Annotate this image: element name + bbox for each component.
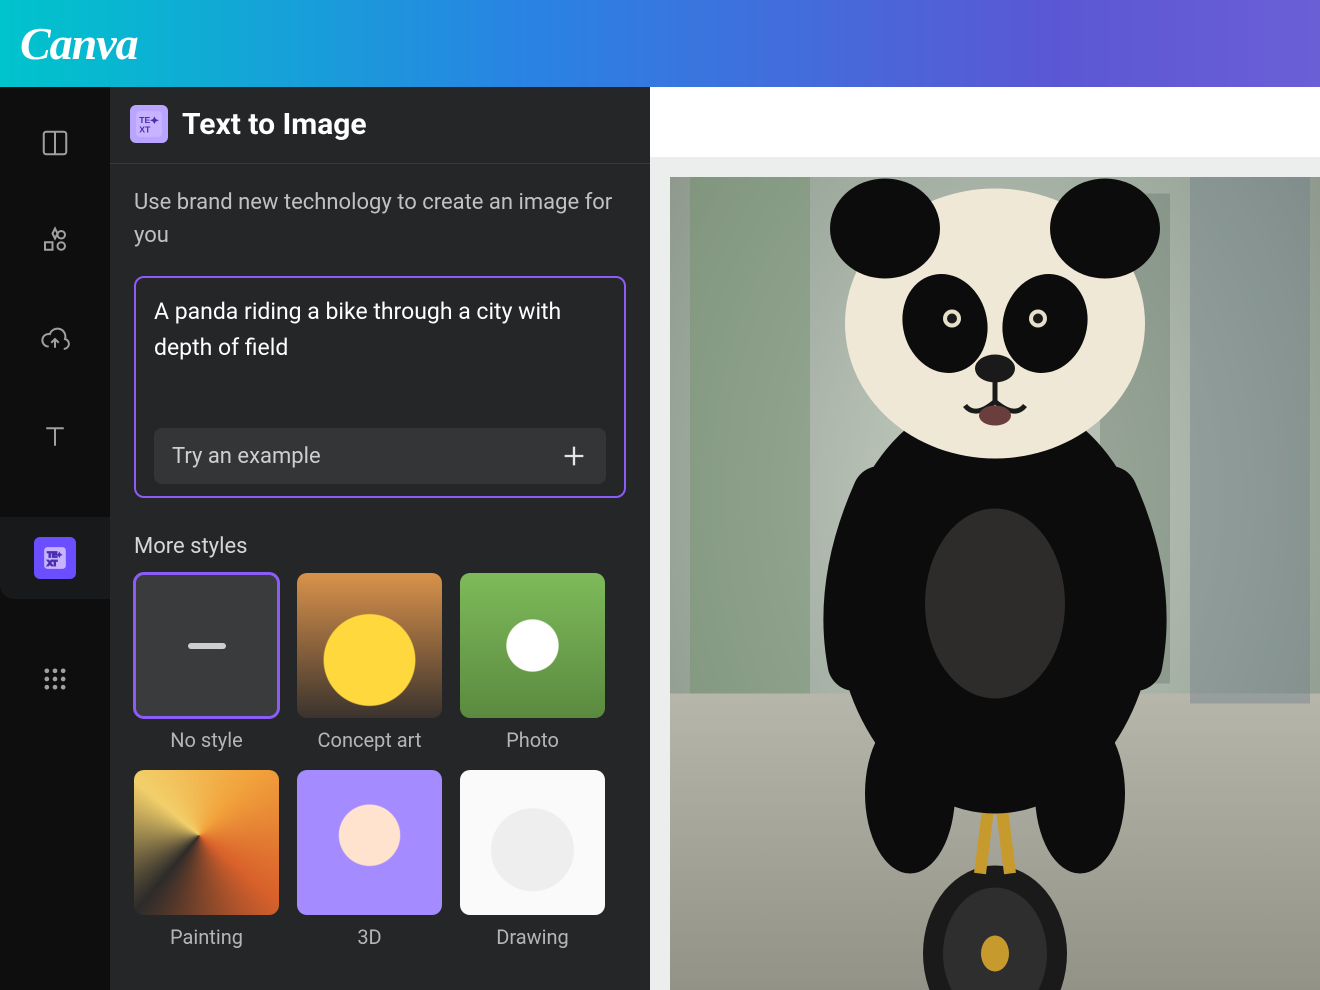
plus-icon — [560, 442, 588, 470]
style-grid: No style Concept art Photo Painting 3D — [134, 573, 626, 949]
style-option-painting[interactable]: Painting — [134, 770, 279, 949]
svg-text:TE: TE — [47, 550, 57, 559]
text-to-image-icon[interactable]: TEXT — [34, 537, 76, 579]
style-thumb-no-style — [134, 573, 279, 718]
try-example-button[interactable]: Try an example — [154, 428, 606, 484]
style-label: Drawing — [496, 925, 569, 949]
panel-title: Text to Image — [182, 107, 367, 142]
prompt-container: Try an example — [134, 276, 626, 498]
text-to-image-app-icon: TEXT — [130, 105, 168, 143]
canvas-toolbar-strip — [650, 87, 1320, 157]
style-thumb-photo — [460, 573, 605, 718]
text-icon[interactable] — [37, 419, 73, 455]
style-thumb-drawing — [460, 770, 605, 915]
canva-logo: Canva — [20, 17, 138, 70]
apps-icon[interactable] — [37, 661, 73, 697]
text-to-image-panel: TEXT Text to Image Use brand new technol… — [110, 87, 650, 990]
top-bar: Canva — [0, 0, 1320, 87]
try-example-label: Try an example — [172, 444, 321, 469]
panel-description: Use brand new technology to create an im… — [134, 186, 626, 252]
style-label: Photo — [506, 728, 559, 752]
style-label: No style — [170, 728, 242, 752]
style-thumb-painting — [134, 770, 279, 915]
panel-body: Use brand new technology to create an im… — [110, 164, 650, 959]
panel-header: TEXT Text to Image — [110, 87, 650, 164]
elements-icon[interactable] — [37, 223, 73, 259]
svg-text:XT: XT — [47, 559, 57, 568]
minus-icon — [188, 643, 226, 649]
style-option-drawing[interactable]: Drawing — [460, 770, 605, 949]
style-label: Painting — [170, 925, 243, 949]
sidebar-active-wrap: TEXT — [0, 517, 110, 599]
style-option-concept-art[interactable]: Concept art — [297, 573, 442, 752]
style-option-3d[interactable]: 3D — [297, 770, 442, 949]
svg-text:TE: TE — [139, 115, 150, 125]
uploads-icon[interactable] — [37, 321, 73, 357]
style-option-photo[interactable]: Photo — [460, 573, 605, 752]
styles-heading: More styles — [134, 534, 626, 559]
main-row: TEXT TEXT Text to Image Use brand new te… — [0, 87, 1320, 990]
style-thumb-concept-art — [297, 573, 442, 718]
templates-icon[interactable] — [37, 125, 73, 161]
style-option-no-style[interactable]: No style — [134, 573, 279, 752]
prompt-input[interactable] — [154, 294, 606, 412]
svg-text:XT: XT — [139, 125, 151, 135]
generated-image[interactable] — [670, 177, 1320, 990]
style-label: Concept art — [318, 728, 422, 752]
style-label: 3D — [357, 925, 381, 949]
canvas-area — [650, 87, 1320, 990]
left-sidebar: TEXT — [0, 87, 110, 990]
style-thumb-3d — [297, 770, 442, 915]
